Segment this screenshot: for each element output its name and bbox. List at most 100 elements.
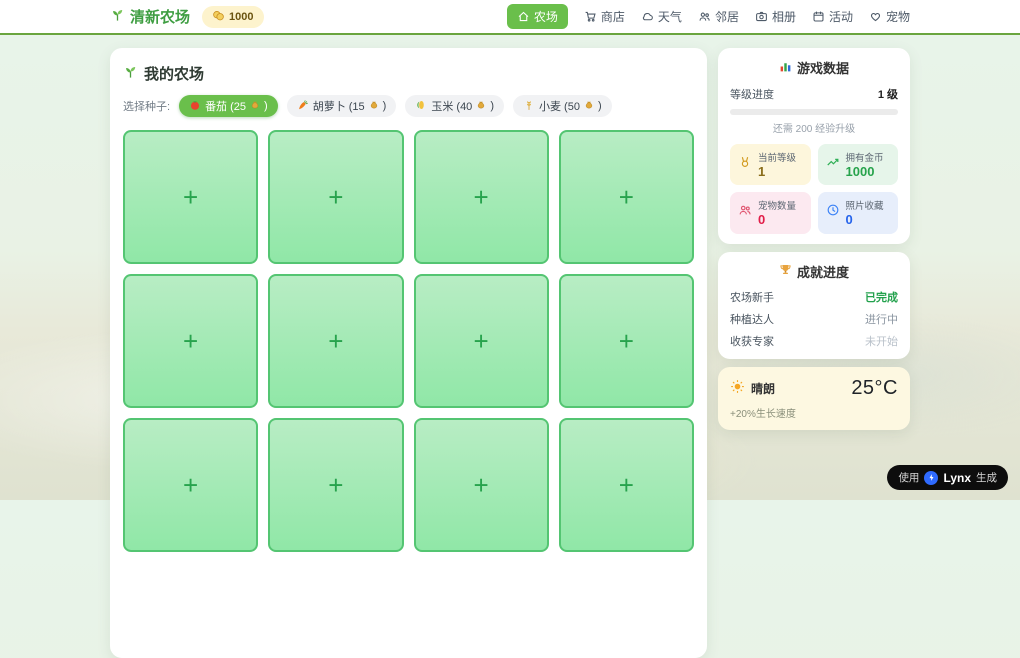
nav-item-label: 农场	[533, 10, 558, 24]
seed-label-text: 胡萝卜 (15	[312, 101, 365, 113]
nav-item-neighbors[interactable]: 邻居	[698, 8, 739, 25]
stat-value: 1	[758, 164, 766, 179]
achievements-title: 成就进度	[730, 262, 898, 281]
corn-icon	[415, 99, 427, 114]
weather-temperature: 25°C	[851, 376, 898, 399]
farm-plot[interactable]: +	[413, 274, 549, 408]
farm-plot[interactable]: +	[558, 130, 694, 264]
farm-plot[interactable]: +	[123, 418, 259, 552]
stat-card-coins: 拥有金币 1000	[817, 144, 898, 186]
weather-top-row: 晴朗 25°C	[730, 377, 898, 400]
achievement-row: 收获专家 未开始	[730, 333, 898, 349]
xp-hint: 还需 200 经验升级	[772, 124, 856, 135]
seed-button-carrot[interactable]: 胡萝卜 (15 )	[286, 95, 397, 117]
money-bag-icon	[250, 100, 260, 113]
stat-label: 照片收藏	[845, 201, 884, 213]
farm-plot[interactable]: +	[123, 274, 259, 408]
nav-item-label: 天气	[657, 10, 682, 24]
plus-icon: +	[618, 326, 634, 356]
medal-icon	[738, 155, 752, 174]
achievement-status: 已完成	[865, 291, 898, 304]
right-sidebar: 游戏数据 等级进度 1 级 还需 200 经验升级 当前等级 1 拥有金币 1 0	[718, 48, 910, 430]
coin-balance-value: 1000	[229, 10, 254, 23]
level-progress-row: 等级进度 1 级	[730, 86, 898, 102]
navbar-left: 清新农场 1000	[110, 5, 264, 28]
achievement-list: 农场新手 已完成 种植达人 进行中 收获专家 未开始	[730, 289, 898, 349]
achievement-row: 种植达人 进行中	[730, 311, 898, 327]
plus-icon: +	[328, 326, 344, 356]
home-icon	[517, 10, 530, 23]
level-value: 1 级	[877, 89, 898, 101]
level-progress-label: 等级进度	[730, 89, 774, 101]
carrot-icon	[297, 99, 309, 114]
money-bag-icon	[584, 100, 594, 113]
plus-icon: +	[328, 470, 344, 500]
seed-selector: 选择种子: 番茄 (25 ) 胡萝卜 (15 ) 玉米 (40 ) 小麦 (50…	[123, 95, 694, 117]
achievement-name: 农场新手	[730, 291, 774, 304]
cloud-icon	[641, 10, 654, 23]
stat-card-level: 当前等级 1	[730, 144, 811, 186]
nav-item-shop[interactable]: 商店	[584, 8, 625, 25]
achievement-status: 未开始	[865, 335, 898, 348]
game-stats-title: 游戏数据	[730, 58, 898, 77]
camera-icon	[755, 10, 768, 23]
farm-plot[interactable]: +	[558, 274, 694, 408]
achievement-status: 进行中	[865, 313, 898, 326]
stat-value: 0	[758, 212, 766, 228]
calendar-icon	[812, 10, 825, 23]
nav-item-pets[interactable]: 宠物	[869, 8, 910, 25]
app-logo: 清新农场	[110, 6, 190, 27]
sun-icon	[730, 379, 745, 397]
farm-plot[interactable]: +	[123, 130, 259, 264]
farm-plot[interactable]: +	[558, 418, 694, 552]
plus-icon: +	[473, 182, 489, 212]
achievement-row: 农场新手 已完成	[730, 289, 898, 305]
stat-card-photos: 照片收藏 0	[817, 192, 898, 234]
users-icon	[738, 203, 752, 222]
plus-icon: +	[473, 326, 489, 356]
wheat-icon	[523, 99, 535, 114]
stat-label: 当前等级	[758, 153, 797, 164]
stat-label: 宠物数量	[758, 201, 797, 213]
achievement-name: 种植达人	[730, 313, 774, 326]
farm-plot[interactable]: +	[268, 418, 404, 552]
lynx-attribution-badge[interactable]: 使用 Lynx 生成	[887, 465, 1008, 490]
weather-bonus-text: +20%生长速度	[730, 408, 796, 420]
farm-title-row: 我的农场	[123, 63, 694, 84]
bar-chart-icon	[779, 60, 792, 76]
lynx-logo-icon	[924, 470, 939, 485]
heart-icon	[869, 10, 882, 23]
farm-plot-grid: + + + + + + + + + + + +	[123, 130, 694, 552]
page-title: 我的农场	[144, 66, 205, 83]
stat-card-grid: 当前等级 1 拥有金币 1000 宠物数量 0 照片收藏 0	[730, 144, 898, 234]
seed-label-text: )	[264, 100, 268, 112]
nav-item-label: 相册	[771, 10, 796, 24]
seed-button-wheat[interactable]: 小麦 (50 )	[512, 95, 612, 117]
farm-plot[interactable]: +	[268, 130, 404, 264]
seed-label-text: 小麦 (50	[538, 101, 580, 113]
cart-icon	[584, 10, 597, 23]
money-bag-icon	[369, 100, 379, 113]
seed-button-tomato[interactable]: 番茄 (25 )	[179, 95, 278, 117]
nav-item-events[interactable]: 活动	[812, 8, 853, 25]
stat-label: 拥有金币	[845, 153, 884, 164]
achievement-name: 收获专家	[730, 335, 774, 348]
coin-balance-badge: 1000	[202, 5, 264, 28]
nav-item-farm[interactable]: 农场	[506, 4, 568, 29]
plus-icon: +	[183, 470, 199, 500]
farm-plot[interactable]: +	[413, 418, 549, 552]
app-title: 清新农场	[130, 9, 191, 26]
stat-value: 1000	[845, 164, 875, 179]
clock-icon	[826, 203, 840, 222]
farm-plot[interactable]: +	[413, 130, 549, 264]
coins-icon	[212, 9, 225, 25]
nav-item-album[interactable]: 相册	[755, 8, 796, 25]
seed-label-text: )	[597, 100, 602, 112]
users-icon	[698, 10, 711, 23]
farm-panel: 我的农场 选择种子: 番茄 (25 ) 胡萝卜 (15 ) 玉米 (40 ) 小…	[110, 48, 707, 658]
nav-menu: 农场 商店 天气 邻居 相册 活动 宠物	[506, 4, 910, 29]
nav-item-weather[interactable]: 天气	[641, 8, 682, 25]
farm-plot[interactable]: +	[268, 274, 404, 408]
seed-button-corn[interactable]: 玉米 (40 )	[405, 95, 504, 117]
panel-title-text: 成就进度	[796, 264, 849, 280]
